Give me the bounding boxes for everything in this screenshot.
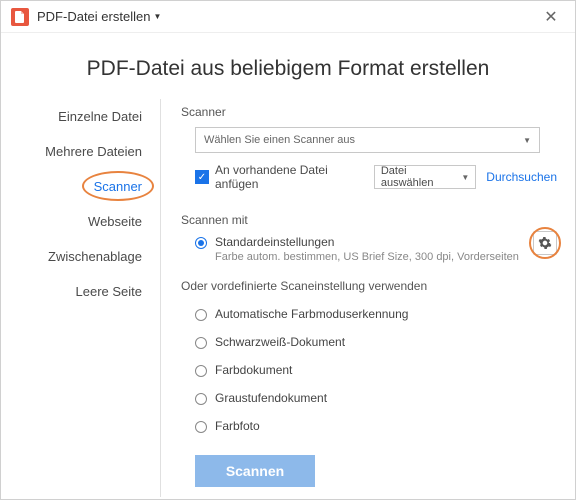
scan-button-label: Scannen bbox=[226, 463, 284, 479]
sidebar-item-clipboard[interactable]: Zwischenablage bbox=[9, 239, 160, 274]
radio-preset-auto-color[interactable]: Automatische Farbmoduserkennung bbox=[195, 307, 557, 321]
titlebar-title: PDF-Datei erstellen ▼ bbox=[37, 9, 537, 24]
append-row: ✓ An vorhandene Datei anfügen Datei ausw… bbox=[195, 163, 557, 191]
default-settings-row: Standardeinstellungen Farbe autom. besti… bbox=[181, 235, 557, 263]
radio-label: Schwarzweiß-Dokument bbox=[215, 335, 345, 349]
sidebar-item-multiple-files[interactable]: Mehrere Dateien bbox=[9, 134, 160, 169]
chevron-down-icon: ▼ bbox=[461, 173, 469, 182]
radio-label: Farbdokument bbox=[215, 363, 292, 377]
dropdown-caret-icon[interactable]: ▼ bbox=[153, 12, 161, 21]
settings-button[interactable] bbox=[533, 231, 557, 255]
radio-icon bbox=[195, 365, 207, 377]
titlebar-title-text: PDF-Datei erstellen bbox=[37, 9, 150, 24]
sidebar-item-scanner[interactable]: Scanner bbox=[9, 169, 160, 204]
scanner-select-placeholder: Wählen Sie einen Scanner aus bbox=[204, 134, 355, 146]
sidebar-item-webpage[interactable]: Webseite bbox=[9, 204, 160, 239]
sidebar-item-label: Scanner bbox=[94, 179, 142, 194]
chevron-down-icon: ▼ bbox=[523, 136, 531, 145]
append-label: An vorhandene Datei anfügen bbox=[215, 163, 364, 191]
scan-button[interactable]: Scannen bbox=[195, 455, 315, 487]
sidebar-item-label: Mehrere Dateien bbox=[45, 144, 142, 159]
dialog-window: PDF-Datei erstellen ▼ ✕ PDF-Datei aus be… bbox=[0, 0, 576, 500]
sidebar-item-label: Webseite bbox=[88, 214, 142, 229]
radio-default-settings[interactable]: Standardeinstellungen Farbe autom. besti… bbox=[195, 235, 557, 263]
pdf-file-icon bbox=[11, 8, 29, 26]
scan-with-label: Scannen mit bbox=[181, 213, 557, 227]
radio-label: Farbfoto bbox=[215, 419, 260, 433]
checkbox-checked-icon: ✓ bbox=[195, 170, 209, 184]
titlebar: PDF-Datei erstellen ▼ ✕ bbox=[1, 1, 575, 33]
radio-sublabel: Farbe autom. bestimmen, US Brief Size, 3… bbox=[215, 251, 519, 263]
radio-preset-grayscale-doc[interactable]: Graustufendokument bbox=[195, 391, 557, 405]
page-heading: PDF-Datei aus beliebigem Format erstelle… bbox=[1, 33, 575, 99]
preset-list: Automatische Farbmoduserkennung Schwarzw… bbox=[181, 307, 557, 433]
scan-with-section: Scannen mit Standardeinstellungen Farbe … bbox=[181, 213, 557, 487]
radio-icon bbox=[195, 337, 207, 349]
radio-icon bbox=[195, 421, 207, 433]
radio-label: Graustufendokument bbox=[215, 391, 327, 405]
scanner-select[interactable]: Wählen Sie einen Scanner aus ▼ bbox=[195, 127, 540, 153]
gear-wrap bbox=[533, 231, 557, 255]
content-area: Einzelne Datei Mehrere Dateien Scanner W… bbox=[1, 99, 575, 497]
sidebar-item-single-file[interactable]: Einzelne Datei bbox=[9, 99, 160, 134]
sidebar: Einzelne Datei Mehrere Dateien Scanner W… bbox=[9, 99, 161, 497]
radio-preset-color-photo[interactable]: Farbfoto bbox=[195, 419, 557, 433]
append-checkbox-wrap[interactable]: ✓ An vorhandene Datei anfügen bbox=[195, 163, 364, 191]
gear-icon bbox=[538, 236, 552, 250]
close-button[interactable]: ✕ bbox=[537, 3, 565, 31]
radio-label: Standardeinstellungen bbox=[215, 235, 519, 249]
sidebar-item-label: Zwischenablage bbox=[48, 249, 142, 264]
sidebar-item-blank-page[interactable]: Leere Seite bbox=[9, 274, 160, 309]
radio-label: Automatische Farbmoduserkennung bbox=[215, 307, 408, 321]
file-select-label: Datei auswählen bbox=[381, 165, 462, 189]
sidebar-item-label: Einzelne Datei bbox=[58, 109, 142, 124]
radio-icon bbox=[195, 393, 207, 405]
radio-preset-bw-doc[interactable]: Schwarzweiß-Dokument bbox=[195, 335, 557, 349]
main-panel: Scanner Wählen Sie einen Scanner aus ▼ ✓… bbox=[161, 99, 575, 497]
sidebar-item-label: Leere Seite bbox=[76, 284, 143, 299]
file-select[interactable]: Datei auswählen ▼ bbox=[374, 165, 476, 189]
browse-link[interactable]: Durchsuchen bbox=[486, 170, 557, 184]
scanner-section-label: Scanner bbox=[181, 105, 557, 119]
radio-checked-icon bbox=[195, 237, 207, 249]
predef-label: Oder vordefinierte Scaneinstellung verwe… bbox=[181, 279, 557, 293]
radio-preset-color-doc[interactable]: Farbdokument bbox=[195, 363, 557, 377]
radio-icon bbox=[195, 309, 207, 321]
